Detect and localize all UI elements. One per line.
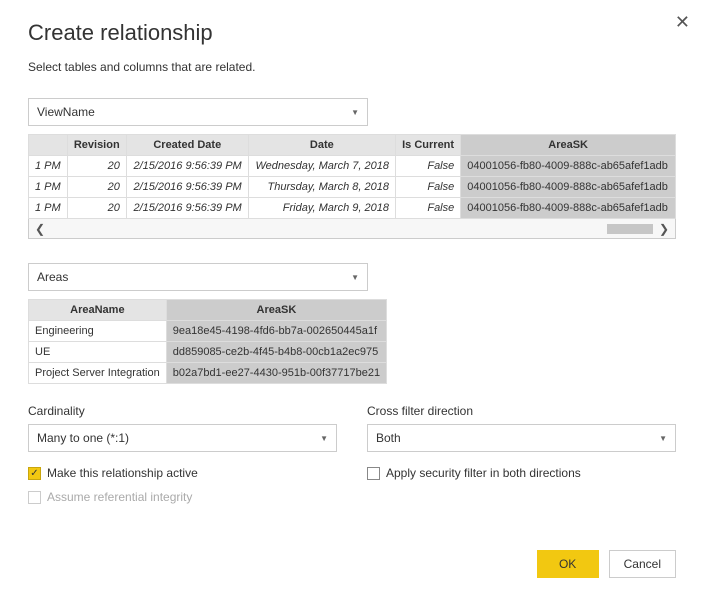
referential-checkbox — [28, 491, 41, 504]
col-revision[interactable]: Revision — [67, 135, 126, 156]
chevron-right-icon[interactable]: ❯ — [659, 222, 669, 236]
crossfilter-label: Cross filter direction — [367, 404, 676, 418]
col-areask[interactable]: AreaSK — [461, 135, 676, 156]
active-checkbox-label: Make this relationship active — [47, 466, 198, 480]
chevron-down-icon: ▼ — [320, 434, 328, 443]
col-created[interactable]: Created Date — [126, 135, 248, 156]
dialog-subtitle: Select tables and columns that are relat… — [28, 60, 676, 74]
active-checkbox[interactable] — [28, 467, 41, 480]
horizontal-scrollbar[interactable]: ❮ ❯ — [28, 219, 676, 239]
table-row[interactable]: 1 PM 20 2/15/2016 9:56:39 PM Friday, Mar… — [29, 198, 676, 219]
chevron-down-icon: ▼ — [351, 273, 359, 282]
secondary-table-preview[interactable]: AreaName AreaSK Engineering 9ea18e45-419… — [28, 299, 387, 384]
security-checkbox-label: Apply security filter in both directions — [386, 466, 581, 480]
chevron-down-icon: ▼ — [351, 108, 359, 117]
table-row[interactable]: Project Server Integration b02a7bd1-ee27… — [29, 363, 387, 384]
check-icon — [30, 468, 38, 479]
referential-checkbox-label: Assume referential integrity — [47, 490, 192, 504]
cardinality-value: Many to one (*:1) — [37, 431, 129, 445]
dialog-title: Create relationship — [28, 20, 676, 46]
scrollbar-thumb[interactable] — [607, 224, 653, 234]
col-date[interactable]: Date — [248, 135, 395, 156]
crossfilter-dropdown[interactable]: Both ▼ — [367, 424, 676, 452]
close-button[interactable]: ✕ — [675, 12, 690, 33]
chevron-down-icon: ▼ — [659, 434, 667, 443]
cardinality-dropdown[interactable]: Many to one (*:1) ▼ — [28, 424, 337, 452]
ok-button[interactable]: OK — [537, 550, 599, 578]
primary-table-selected: ViewName — [37, 105, 95, 119]
table-row[interactable]: UE dd859085-ce2b-4f45-b4b8-00cb1a2ec975 — [29, 342, 387, 363]
secondary-table-selected: Areas — [37, 270, 68, 284]
security-checkbox[interactable] — [367, 467, 380, 480]
cardinality-label: Cardinality — [28, 404, 337, 418]
primary-table-dropdown[interactable]: ViewName ▼ — [28, 98, 368, 126]
col-iscurrent[interactable]: Is Current — [395, 135, 460, 156]
col-areask2[interactable]: AreaSK — [166, 300, 386, 321]
table-row[interactable]: 1 PM 20 2/15/2016 9:56:39 PM Thursday, M… — [29, 177, 676, 198]
primary-table-preview[interactable]: Revision Created Date Date Is Current Ar… — [28, 134, 676, 219]
table-row[interactable]: Engineering 9ea18e45-4198-4fd6-bb7a-0026… — [29, 321, 387, 342]
secondary-table-dropdown[interactable]: Areas ▼ — [28, 263, 368, 291]
crossfilter-value: Both — [376, 431, 401, 445]
table-row[interactable]: 1 PM 20 2/15/2016 9:56:39 PM Wednesday, … — [29, 156, 676, 177]
cancel-button[interactable]: Cancel — [609, 550, 676, 578]
col-areaname[interactable]: AreaName — [29, 300, 167, 321]
chevron-left-icon[interactable]: ❮ — [35, 222, 45, 236]
